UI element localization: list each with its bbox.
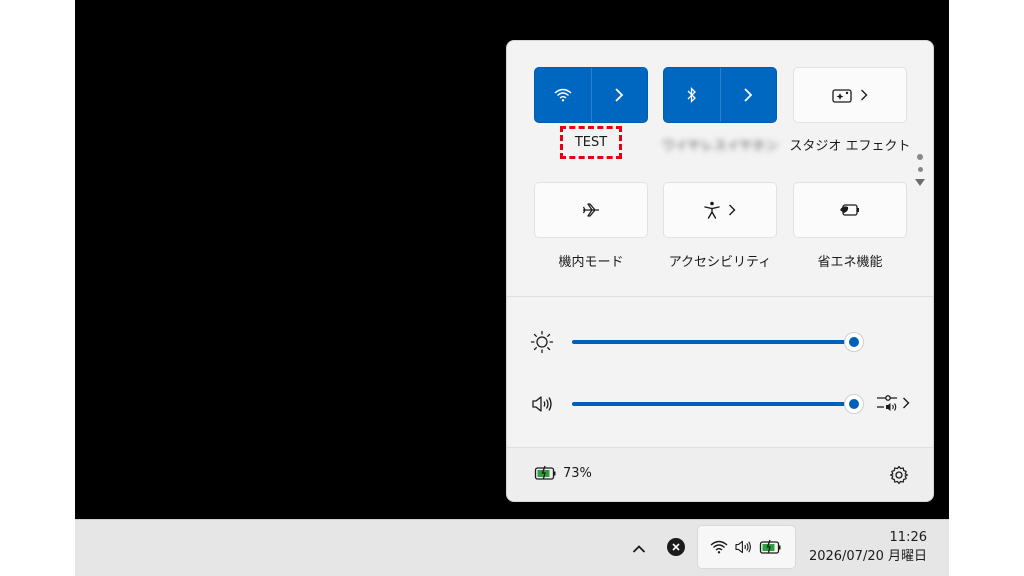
- battery-saver-label: 省エネ機能: [817, 255, 883, 270]
- sound-mixer-icon: [877, 395, 897, 411]
- studio-effects-icon: [832, 89, 852, 103]
- chevron-up-icon: [632, 545, 646, 553]
- wifi-expand-button[interactable]: [592, 68, 648, 122]
- wifi-tile[interactable]: [534, 67, 648, 123]
- close-icon: [672, 543, 680, 551]
- sliders-section: [507, 296, 933, 447]
- battery-charging-icon: [534, 465, 556, 480]
- battery-charging-icon: [760, 539, 781, 554]
- accessibility-label: アクセシビリティ: [668, 255, 772, 270]
- wifi-icon: [710, 540, 728, 554]
- volume-icon[interactable]: [530, 392, 554, 416]
- battery-saver-icon: [840, 204, 859, 216]
- annotation-highlight-box: [560, 126, 622, 159]
- battery-saver-tile[interactable]: [793, 182, 907, 238]
- show-hidden-icons-button[interactable]: [632, 539, 646, 558]
- page-indicator[interactable]: [914, 154, 926, 186]
- next-page-arrow-icon: [915, 179, 925, 186]
- chevron-right-icon: [861, 89, 868, 101]
- accessibility-tile[interactable]: [663, 182, 777, 238]
- bluetooth-label: ワイヤレスイヤホン: [661, 139, 779, 154]
- volume-slider-thumb[interactable]: [844, 394, 864, 414]
- volume-slider-track[interactable]: [572, 402, 854, 406]
- brightness-icon: [530, 330, 554, 354]
- taskbar-clock[interactable]: 11:26 2026/07/20 月曜日: [800, 528, 927, 566]
- accessibility-icon: [704, 201, 720, 219]
- volume-slider-row: [530, 389, 910, 419]
- brightness-slider-thumb[interactable]: [844, 332, 864, 352]
- page-dot: [917, 154, 923, 160]
- bluetooth-expand-button[interactable]: [721, 68, 777, 122]
- studio-effects-label: スタジオ エフェクト: [789, 139, 911, 154]
- settings-button[interactable]: [889, 465, 909, 489]
- brightness-slider-track[interactable]: [572, 340, 854, 344]
- bluetooth-toggle-button[interactable]: [664, 68, 721, 122]
- volume-icon: [734, 540, 751, 554]
- wifi-icon: [554, 88, 572, 102]
- airplane-mode-tile[interactable]: [534, 182, 648, 238]
- bluetooth-tile[interactable]: [663, 67, 777, 123]
- studio-effects-tile[interactable]: [793, 67, 907, 123]
- brightness-slider-row: [530, 327, 910, 357]
- battery-status-button[interactable]: 73%: [534, 465, 592, 481]
- chevron-right-icon: [615, 88, 624, 102]
- chevron-right-icon: [744, 88, 753, 102]
- quick-settings-tray-button[interactable]: [697, 525, 796, 569]
- tray-app-close-icon[interactable]: [667, 538, 685, 556]
- bluetooth-icon: [687, 87, 696, 103]
- page-dot: [917, 167, 923, 172]
- chevron-right-icon: [903, 397, 910, 409]
- wifi-toggle-button[interactable]: [535, 68, 592, 122]
- volume-mixer-button[interactable]: [876, 392, 910, 414]
- battery-percentage: 73%: [563, 465, 592, 481]
- airplane-mode-label: 機内モード: [558, 255, 624, 270]
- airplane-icon: [582, 203, 599, 217]
- gear-icon: [889, 465, 909, 485]
- taskbar-date: 2026/07/20 月曜日: [808, 549, 927, 564]
- chevron-right-icon: [729, 204, 736, 216]
- taskbar-time: 11:26: [889, 530, 927, 545]
